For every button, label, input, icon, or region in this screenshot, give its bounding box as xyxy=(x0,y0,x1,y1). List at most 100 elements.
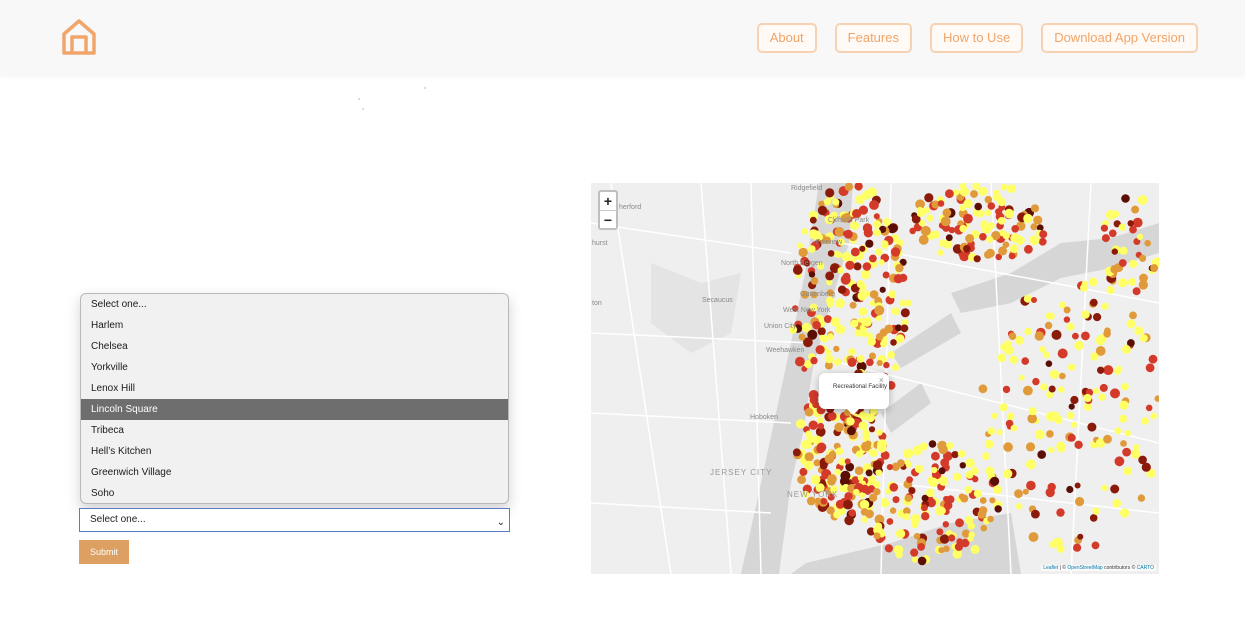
map-point[interactable] xyxy=(1072,332,1079,340)
map-point[interactable] xyxy=(886,518,894,525)
map-point[interactable] xyxy=(869,352,876,360)
map-point[interactable] xyxy=(850,319,859,328)
map-point[interactable] xyxy=(835,298,845,308)
map-point[interactable] xyxy=(869,493,878,502)
map-point[interactable] xyxy=(1132,444,1140,451)
map-point[interactable] xyxy=(1038,237,1047,246)
map-point[interactable] xyxy=(1131,449,1141,459)
map-point[interactable] xyxy=(827,250,835,257)
map-point[interactable] xyxy=(869,449,878,457)
map-point[interactable] xyxy=(1103,330,1111,338)
map-point[interactable] xyxy=(1150,264,1159,273)
map-point[interactable] xyxy=(959,462,966,469)
map-point[interactable] xyxy=(1021,357,1029,365)
map-point[interactable] xyxy=(798,247,808,258)
map-point[interactable] xyxy=(1026,459,1036,470)
map-point[interactable] xyxy=(1051,329,1062,340)
map-point[interactable] xyxy=(1145,404,1153,412)
map-point[interactable] xyxy=(804,452,814,462)
map-point[interactable] xyxy=(982,452,990,461)
map-point[interactable] xyxy=(943,495,950,503)
map-point[interactable] xyxy=(865,440,872,447)
map-point[interactable] xyxy=(809,216,817,224)
map-point[interactable] xyxy=(817,417,824,424)
map-point[interactable] xyxy=(1101,234,1110,243)
map-point[interactable] xyxy=(900,308,910,318)
map-point[interactable] xyxy=(996,429,1003,436)
option-chelsea[interactable]: Chelsea xyxy=(81,336,508,357)
map-point[interactable] xyxy=(1123,466,1133,476)
map-point[interactable] xyxy=(919,442,928,451)
map-point[interactable] xyxy=(883,361,890,369)
map-point[interactable] xyxy=(1097,366,1105,374)
map-point[interactable] xyxy=(917,543,925,551)
map-point[interactable] xyxy=(985,248,995,258)
map-point[interactable] xyxy=(970,544,980,554)
map-point[interactable] xyxy=(1031,509,1040,519)
map-point[interactable] xyxy=(987,427,996,435)
map-point[interactable] xyxy=(895,334,905,343)
map-point[interactable] xyxy=(817,205,828,216)
map-point[interactable] xyxy=(1129,311,1137,320)
map-point[interactable] xyxy=(1120,440,1127,447)
map-point[interactable] xyxy=(849,301,857,309)
map-point[interactable] xyxy=(844,515,854,526)
map-point[interactable] xyxy=(1034,331,1044,341)
map-point[interactable] xyxy=(834,227,845,237)
map-point[interactable] xyxy=(916,209,924,217)
option-select-one[interactable]: Select one... xyxy=(81,294,508,315)
map-point[interactable] xyxy=(1139,334,1148,343)
map-point[interactable] xyxy=(1030,223,1038,231)
map-point[interactable] xyxy=(890,247,901,257)
map-point[interactable] xyxy=(875,469,883,476)
map-point[interactable] xyxy=(1103,434,1112,444)
map-point[interactable] xyxy=(906,476,913,483)
map-point[interactable] xyxy=(1044,321,1053,330)
map-point[interactable] xyxy=(1129,259,1138,268)
map-point[interactable] xyxy=(833,345,840,353)
map-point[interactable] xyxy=(959,186,970,197)
map-point[interactable] xyxy=(1002,232,1010,240)
option-lenox-hill[interactable]: Lenox Hill xyxy=(81,378,508,399)
map-point[interactable] xyxy=(993,189,1000,197)
map-point[interactable] xyxy=(1054,415,1063,424)
map-point[interactable] xyxy=(864,488,871,495)
map-point[interactable] xyxy=(1074,440,1083,449)
map-point[interactable] xyxy=(1014,489,1023,498)
map-point[interactable] xyxy=(938,547,945,554)
map-point[interactable] xyxy=(873,532,881,540)
map-point[interactable] xyxy=(848,348,856,356)
map-point[interactable] xyxy=(1077,533,1084,540)
map-point[interactable] xyxy=(1033,215,1043,225)
map-point[interactable] xyxy=(866,332,873,339)
map-point[interactable] xyxy=(859,245,866,252)
map-point[interactable] xyxy=(1088,277,1098,287)
map-point[interactable] xyxy=(978,384,988,394)
about-button[interactable]: About xyxy=(756,23,817,53)
map-point[interactable] xyxy=(973,255,981,263)
map[interactable]: Ridgefield herford Cliffside Park hurst … xyxy=(591,183,1159,574)
map-point[interactable] xyxy=(853,262,862,271)
map-point[interactable] xyxy=(1023,294,1032,303)
map-point[interactable] xyxy=(1101,302,1109,310)
map-point[interactable] xyxy=(1118,223,1126,231)
map-point[interactable] xyxy=(798,333,806,341)
map-point[interactable] xyxy=(847,357,857,367)
map-point[interactable] xyxy=(1024,244,1033,254)
map-point[interactable] xyxy=(865,469,873,477)
map-point[interactable] xyxy=(991,412,998,420)
map-point[interactable] xyxy=(1112,499,1122,508)
map-point[interactable] xyxy=(970,468,977,475)
map-point[interactable] xyxy=(1024,327,1032,336)
map-point[interactable] xyxy=(1106,210,1116,220)
map-point[interactable] xyxy=(938,444,948,455)
zoom-out-button[interactable]: − xyxy=(600,211,616,229)
map-point[interactable] xyxy=(1136,233,1144,240)
map-point[interactable] xyxy=(997,353,1007,363)
map-point[interactable] xyxy=(846,417,855,426)
map-point[interactable] xyxy=(1067,363,1076,371)
map-point[interactable] xyxy=(797,475,806,484)
map-point[interactable] xyxy=(827,333,834,341)
map-point[interactable] xyxy=(810,474,821,485)
map-point[interactable] xyxy=(820,498,828,505)
